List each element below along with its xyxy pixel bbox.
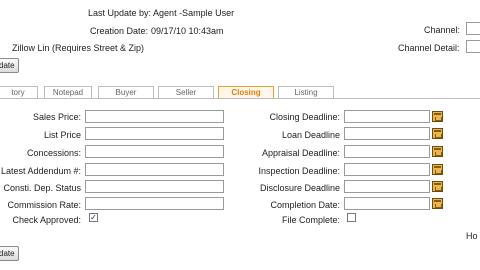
channel-detail-label: Channel Detail: [398,43,460,53]
loan-deadline-label: Loan Deadline [281,130,340,140]
completion-date-label: Completion Date: [270,200,340,210]
commission-rate-input[interactable] [85,197,224,210]
list-price-input[interactable] [85,127,224,140]
disclosure-deadline-input[interactable] [344,180,430,193]
contingency-status-label: Consti. Dep. Status [3,183,81,193]
edge-text: Ho [466,231,478,241]
list-price-label: List Price [43,130,81,140]
calendar-icon[interactable] [432,128,443,139]
completion-date-input[interactable] [344,197,430,210]
latest-addendum-input[interactable] [85,163,224,176]
closing-deadline-input[interactable] [344,110,430,123]
check-approved-label: Check Approved: [12,215,81,225]
sales-price-label: Sales Price: [32,112,81,122]
concessions-input[interactable] [85,145,224,158]
channel-detail-field[interactable] [466,40,480,53]
calendar-icon[interactable] [432,198,443,209]
calendar-icon[interactable] [432,111,443,122]
latest-addendum-label: Latest Addendum #: [0,166,81,176]
contingency-status-input[interactable] [85,180,224,193]
appraisal-deadline-label: Appraisal Deadline: [261,148,340,158]
calendar-icon[interactable] [432,146,443,157]
inspection-deadline-input[interactable] [344,163,430,176]
loan-deadline-input[interactable] [344,127,430,140]
calendar-icon[interactable] [432,181,443,192]
sales-price-input[interactable] [85,110,224,123]
appraisal-deadline-input[interactable] [344,145,430,158]
tab-divider [0,98,480,99]
check-approved-checkbox[interactable]: ✓ [89,213,98,222]
concessions-label: Concessions: [26,148,81,158]
creation-date-label: Creation Date: [90,26,149,36]
commission-rate-label: Commission Rate: [7,200,81,210]
last-update-text: Last Update by: Agent -Sample User [88,8,235,18]
file-complete-checkbox[interactable] [347,213,356,222]
creation-date-value: 09/17/10 10:43am [151,26,224,36]
closing-deadline-label: Closing Deadline: [269,112,340,122]
channel-select[interactable] [466,22,480,35]
update-button-bottom[interactable]: date [0,246,19,261]
update-button-top[interactable]: date [0,58,19,73]
inspection-deadline-label: Inspection Deadline: [258,166,340,176]
file-complete-label: File Complete: [281,215,340,225]
channel-label: Channel: [424,25,461,35]
calendar-icon[interactable] [432,164,443,175]
zillow-link-text[interactable]: Zillow Lin (Requires Street & Zip) [12,43,144,53]
disclosure-deadline-label: Disclosure Deadline [259,183,340,193]
